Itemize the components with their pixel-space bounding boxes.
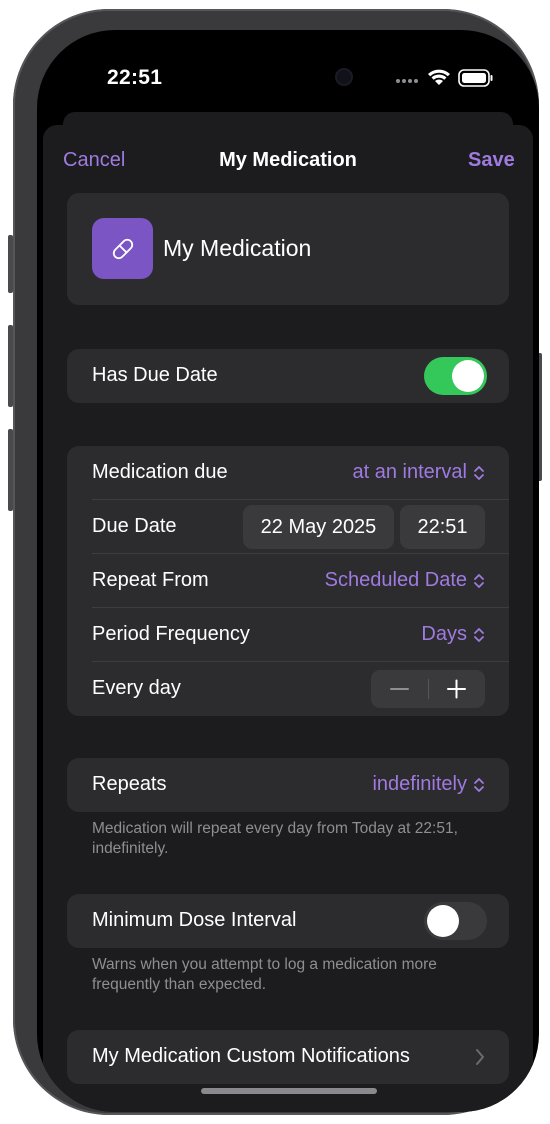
medication-due-value: at an interval [352,461,467,483]
medication-due-picker[interactable]: at an interval [352,461,485,484]
has-due-date-row: Has Due Date [67,349,509,403]
every-day-label: Every day [92,677,181,699]
custom-notifications-label: My Medication Custom Notifications [92,1045,410,1067]
repeats-row[interactable]: Repeats indefinitely [67,758,509,812]
min-dose-interval-row: Minimum Dose Interval [67,894,509,948]
due-date-label: Due Date [92,515,177,537]
toggle-knob [452,360,484,392]
screen: 22:51 Cancel My Medication Save My Medic… [37,30,539,1112]
phone-frame: 22:51 Cancel My Medication Save My Medic… [8,9,542,1115]
plus-icon [447,679,466,699]
medication-due-row[interactable]: Medication due at an interval [67,446,509,500]
medication-due-label: Medication due [92,461,228,483]
interval-stepper [371,670,485,708]
repeats-value: indefinitely [372,773,467,795]
has-due-date-card: Has Due Date [67,349,509,403]
medication-header-card: My Medication [67,193,509,305]
period-frequency-value: Days [421,623,467,645]
min-dose-interval-label: Minimum Dose Interval [92,909,297,931]
schedule-card: Medication due at an interval Due Date 2… [67,446,509,716]
increment-button[interactable] [428,670,485,708]
min-dose-interval-note: Warns when you attempt to log a medicati… [92,956,437,993]
volume-up-button [8,325,13,407]
repeat-from-value: Scheduled Date [324,569,467,591]
every-day-row: Every day [67,662,509,716]
repeats-picker[interactable]: indefinitely [372,773,485,796]
decrement-button[interactable] [371,670,428,708]
status-icons [396,69,493,87]
repeats-note: Medication will repeat every day from To… [92,820,458,857]
volume-down-button [8,429,13,511]
chevron-up-down-icon [474,777,484,792]
custom-notifications-row[interactable]: My Medication Custom Notifications [67,1030,509,1084]
period-frequency-picker[interactable]: Days [421,623,485,646]
save-button[interactable]: Save [468,149,515,172]
min-dose-interval-card: Minimum Dose Interval [67,894,509,948]
pill-icon [112,238,134,260]
action-button [8,235,13,293]
medication-name[interactable]: My Medication [163,235,311,262]
repeat-from-picker[interactable]: Scheduled Date [325,569,485,592]
medication-icon-button[interactable] [92,218,153,279]
due-date-button[interactable]: 22 May 2025 [243,505,394,549]
min-dose-interval-toggle[interactable] [424,902,487,940]
chevron-right-icon [476,1049,484,1065]
repeats-label: Repeats [92,773,167,795]
minus-icon [390,688,409,690]
repeat-from-row[interactable]: Repeat From Scheduled Date [67,554,509,608]
toggle-knob [427,905,459,937]
status-time: 22:51 [107,66,163,89]
custom-notifications-card[interactable]: My Medication Custom Notifications [67,1030,509,1084]
cancel-button[interactable]: Cancel [63,149,125,172]
battery-icon [458,69,493,87]
repeat-from-label: Repeat From [92,569,209,591]
front-camera [337,70,351,84]
chevron-up-down-icon [474,627,484,642]
period-frequency-label: Period Frequency [92,623,250,645]
home-indicator[interactable] [201,1088,377,1094]
period-frequency-row[interactable]: Period Frequency Days [67,608,509,662]
has-due-date-toggle[interactable] [424,357,487,395]
has-due-date-label: Has Due Date [92,364,218,386]
chevron-up-down-icon [474,573,484,588]
due-date-row: Due Date 22 May 2025 22:51 [67,500,509,554]
cellular-signal-icon [396,79,418,83]
chevron-up-down-icon [474,465,484,480]
due-time-button[interactable]: 22:51 [400,505,485,549]
page-title: My Medication [219,149,357,171]
repeats-card: Repeats indefinitely [67,758,509,812]
wifi-icon [428,69,450,85]
